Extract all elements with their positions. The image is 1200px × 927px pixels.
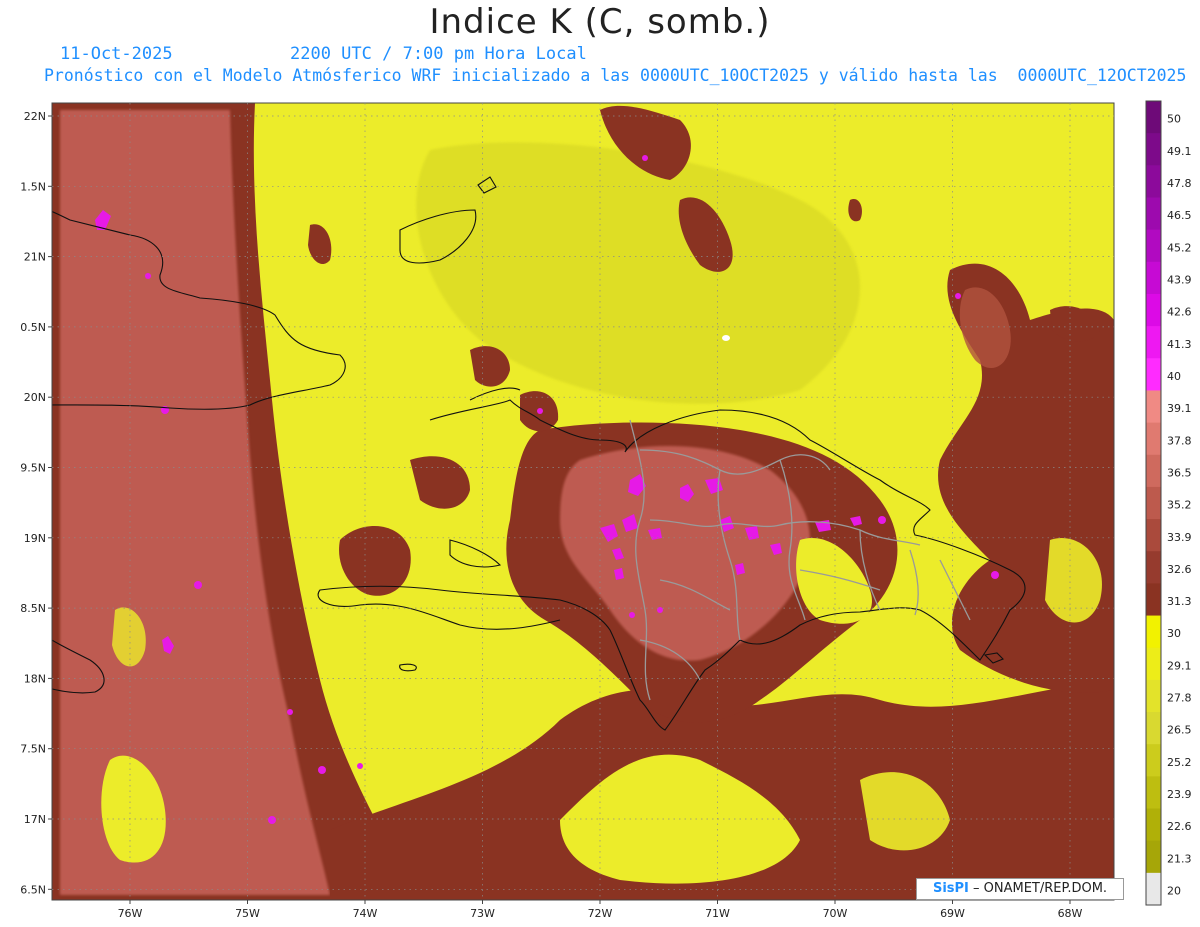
colorbar-label: 23.9	[1167, 788, 1192, 801]
colorbar-label: 22.6	[1167, 820, 1192, 833]
colorbar-swatch	[1146, 551, 1161, 584]
lon-tick-label: 71W	[705, 907, 730, 920]
colorbar-label: 47.8	[1167, 177, 1192, 190]
colorbar-swatch	[1146, 390, 1161, 424]
colorbar-label: 20	[1167, 885, 1181, 898]
colorbar-label: 35.2	[1167, 499, 1192, 512]
colorbar-label: 39.1	[1167, 402, 1192, 415]
colorbar-label: 42.6	[1167, 306, 1192, 319]
colorbar-label: 41.3	[1167, 338, 1192, 351]
lat-tick-label: 8.5N	[20, 602, 46, 615]
colorbar-label: 50	[1167, 113, 1181, 126]
lat-tick-label: 9.5N	[20, 462, 46, 475]
colorbar-swatch	[1146, 486, 1161, 520]
colorbar-swatch	[1146, 261, 1161, 295]
colorbar-label: 46.5	[1167, 209, 1192, 222]
colorbar-label: 29.1	[1167, 659, 1192, 672]
lon-tick-label: 76W	[118, 907, 143, 920]
colorbar-label: 25.2	[1167, 756, 1192, 769]
colorbar-label: 32.6	[1167, 563, 1192, 576]
lon-tick-label: 69W	[940, 907, 965, 920]
lon-tick-label: 68W	[1058, 907, 1083, 920]
lat-tick-label: 17N	[24, 813, 46, 826]
lon-tick-label: 70W	[823, 907, 848, 920]
lat-tick-label: 1.5N	[20, 180, 46, 193]
colorbar-label: 33.9	[1167, 531, 1192, 544]
colorbar-label: 30	[1167, 627, 1181, 640]
colorbar: 50 49.1 47.8 46.5 45.2 43.9 42.6 41.3 40 39.1 37.8…	[1145, 100, 1192, 906]
credit-brand: SisPI	[932, 881, 969, 896]
lat-tick-label: 0.5N	[20, 321, 46, 334]
colorbar-swatch	[1146, 776, 1161, 810]
credit-box: SisPI – ONAMET/REP.DOM.	[916, 878, 1124, 900]
colorbar-swatch	[1146, 101, 1161, 134]
colorbar-swatch	[1146, 583, 1161, 617]
lon-tick-label: 72W	[588, 907, 613, 920]
colorbar-swatch	[1146, 872, 1161, 906]
colorbar-swatch	[1146, 165, 1161, 198]
lat-tick-label: 21N	[24, 251, 46, 264]
colorbar-swatch	[1146, 358, 1161, 391]
colorbar-swatch	[1146, 808, 1161, 842]
shaded-field	[52, 103, 1114, 900]
lat-tick-label: 18N	[24, 672, 46, 685]
colorbar-swatch	[1146, 293, 1161, 327]
lon-tick-label: 75W	[235, 907, 260, 920]
colorbar-swatch	[1146, 744, 1161, 777]
colorbar-swatch	[1146, 712, 1161, 745]
colorbar-label: 36.5	[1167, 466, 1192, 479]
lat-tick-label: 19N	[24, 532, 46, 545]
lat-tick-label: 7.5N	[20, 743, 46, 756]
colorbar-label: 43.9	[1167, 273, 1192, 286]
colorbar-label: 31.3	[1167, 595, 1192, 608]
lon-tick-label: 73W	[470, 907, 495, 920]
lat-tick-label: 20N	[24, 391, 46, 404]
colorbar-swatch	[1146, 615, 1161, 649]
colorbar-swatch	[1146, 326, 1161, 359]
colorbar-label: 21.3	[1167, 852, 1192, 865]
lat-tick-label: 6.5N	[20, 883, 46, 896]
lat-tick-label: 22N	[24, 110, 46, 123]
field-white-speck	[722, 335, 730, 341]
colorbar-swatch	[1146, 197, 1161, 231]
latitude-axis: 22N 1.5N 21N 0.5N 20N 9.5N 19N 8.5N 18N 7.5N 17N 6.…	[20, 110, 52, 896]
credit-text: ONAMET/REP.DOM.	[983, 881, 1108, 896]
colorbar-swatch	[1146, 422, 1161, 456]
colorbar-swatch	[1146, 647, 1161, 681]
colorbar-swatch	[1146, 229, 1161, 263]
credit-separator: –	[973, 881, 984, 896]
colorbar-label: 40	[1167, 370, 1181, 383]
colorbar-label: 26.5	[1167, 724, 1192, 737]
colorbar-label: 45.2	[1167, 241, 1192, 254]
colorbar-swatch	[1146, 840, 1161, 874]
colorbar-swatch	[1146, 679, 1161, 713]
colorbar-label: 37.8	[1167, 434, 1192, 447]
k-index-map: 22N 1.5N 21N 0.5N 20N 9.5N 19N 8.5N 18N 7.5N 17N 6.…	[20, 100, 1192, 920]
colorbar-label: 27.8	[1167, 692, 1192, 705]
longitude-axis: 76W 75W 74W 73W 72W 71W 70W 69W 68W	[118, 900, 1083, 920]
colorbar-swatch	[1146, 454, 1161, 488]
colorbar-swatch	[1146, 519, 1161, 552]
colorbar-swatch	[1146, 133, 1161, 166]
colorbar-label: 49.1	[1167, 145, 1192, 158]
lon-tick-label: 74W	[353, 907, 378, 920]
